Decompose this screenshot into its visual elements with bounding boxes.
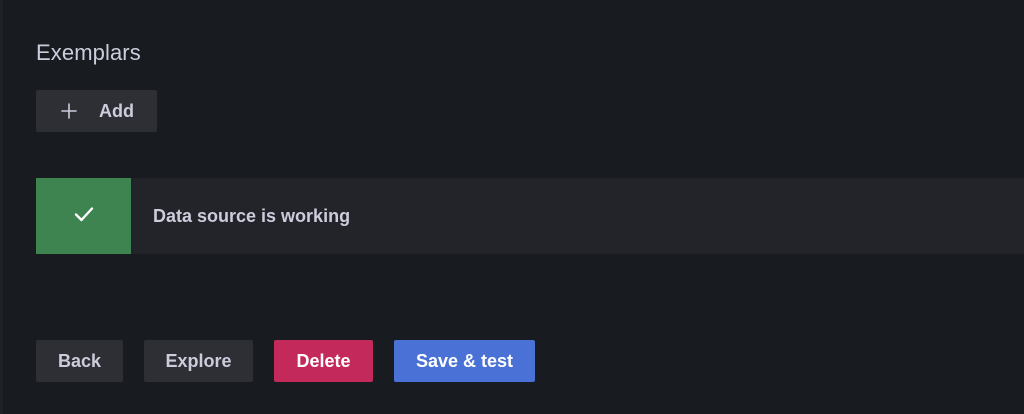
check-icon	[74, 206, 94, 227]
back-button[interactable]: Back	[36, 340, 123, 382]
datasource-settings-page: Exemplars Add Data source is working Bac…	[0, 0, 1024, 414]
alert-icon-box	[36, 178, 131, 254]
alert-message: Data source is working	[153, 205, 351, 226]
panel-divider	[0, 0, 3, 414]
datasource-status-alert: Data source is working	[36, 178, 1024, 254]
plus-icon	[60, 102, 78, 120]
save-and-test-button[interactable]: Save & test	[394, 340, 535, 382]
exemplars-section-title: Exemplars	[36, 40, 141, 65]
add-button-label: Add	[99, 100, 134, 121]
explore-button[interactable]: Explore	[144, 340, 253, 382]
delete-button[interactable]: Delete	[274, 340, 373, 382]
add-exemplar-button[interactable]: Add	[36, 90, 157, 132]
